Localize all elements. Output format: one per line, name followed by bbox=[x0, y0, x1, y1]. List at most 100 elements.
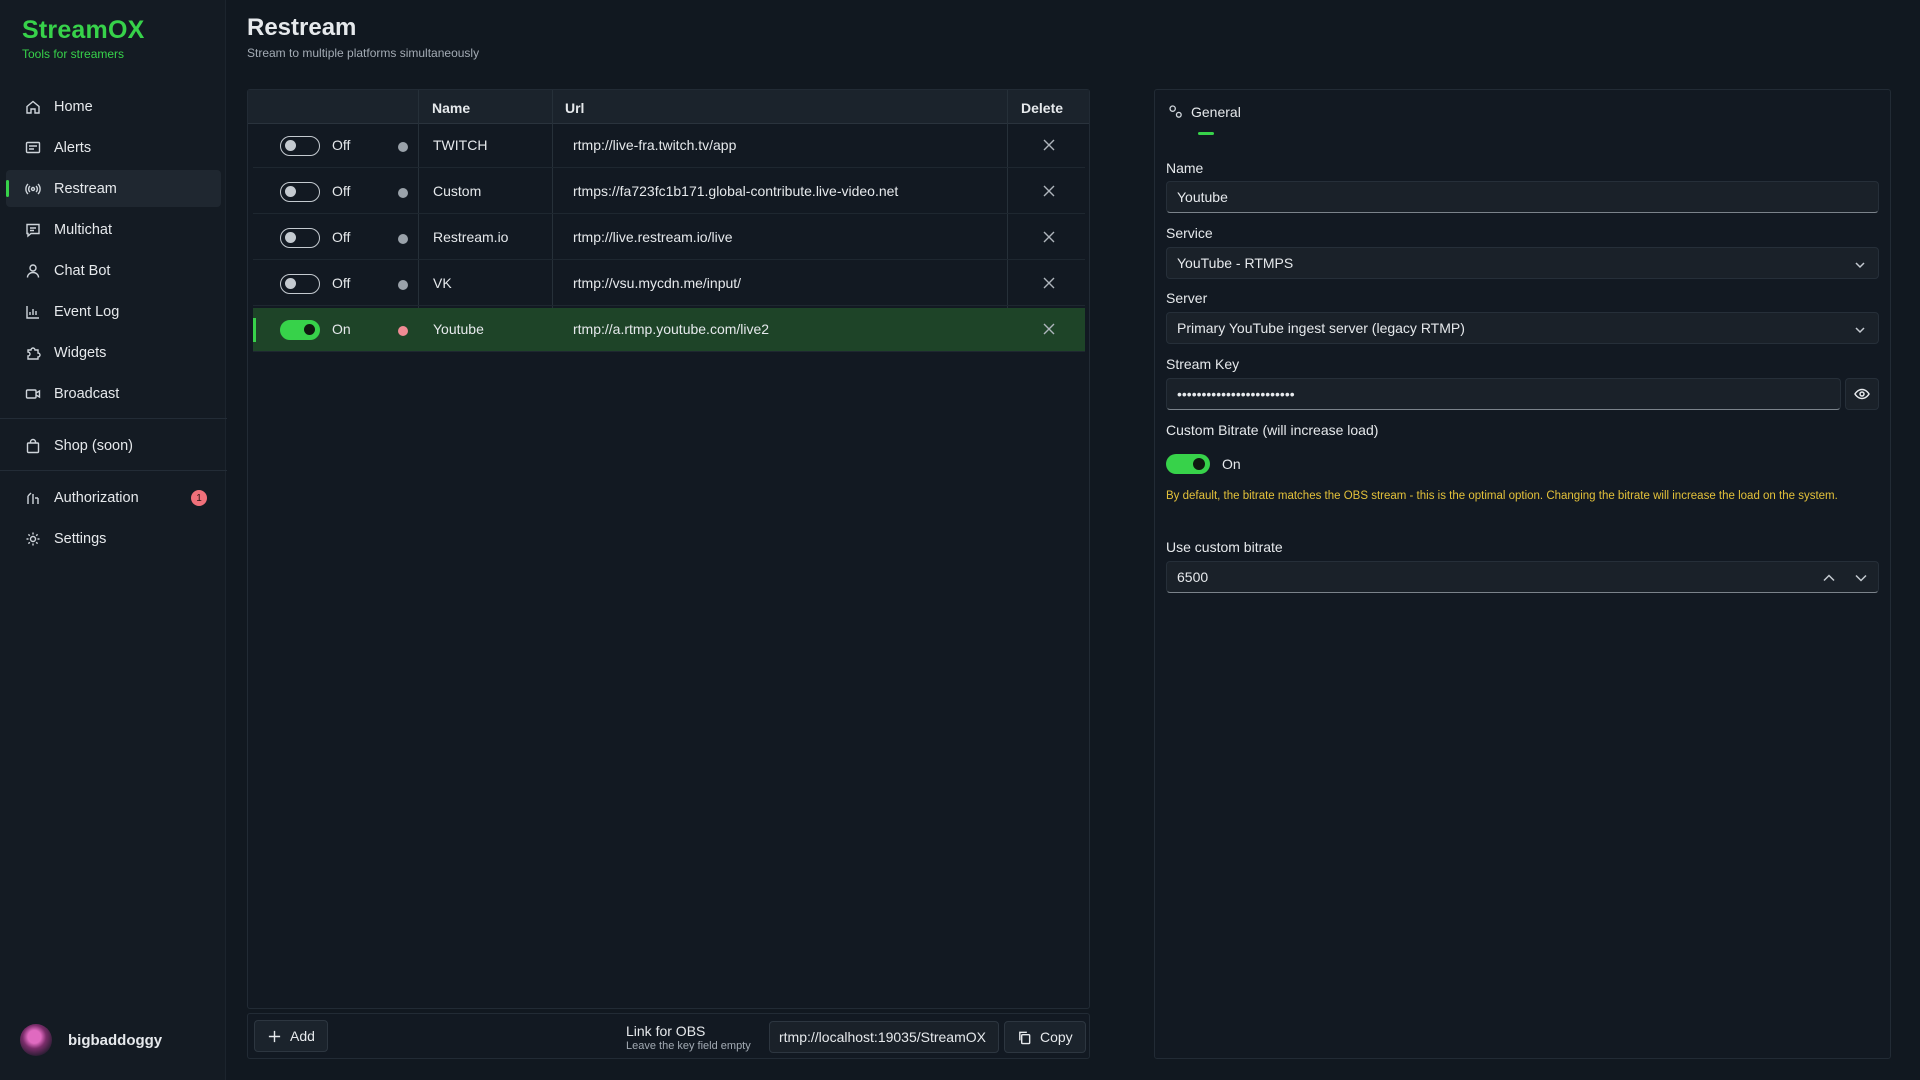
sidebar-item-label: Broadcast bbox=[54, 385, 120, 402]
close-icon[interactable] bbox=[1041, 275, 1057, 291]
avatar bbox=[20, 1024, 52, 1056]
obs-link-label: Link for OBS bbox=[626, 1023, 706, 1039]
user-profile[interactable]: bigbaddoggy bbox=[20, 1024, 162, 1056]
eye-icon bbox=[1854, 388, 1870, 400]
server-select[interactable]: Primary YouTube ingest server (legacy RT… bbox=[1166, 312, 1879, 344]
name-input[interactable]: Youtube bbox=[1166, 181, 1879, 213]
show-key-button[interactable] bbox=[1845, 378, 1879, 410]
close-icon[interactable] bbox=[1041, 321, 1057, 337]
table-row[interactable]: Off TWITCH rtmp://live-fra.twitch.tv/app bbox=[253, 124, 1085, 168]
copy-button[interactable]: Copy bbox=[1004, 1021, 1086, 1053]
sidebar-item-broadcast[interactable]: Broadcast bbox=[6, 375, 221, 412]
server-label: Server bbox=[1166, 290, 1208, 306]
chat-icon bbox=[24, 221, 42, 239]
row-url: rtmps://fa723fc1b171.global-contribute.l… bbox=[573, 183, 899, 199]
sidebar-item-label: Multichat bbox=[54, 221, 113, 238]
sidebar-item-label: Chat Bot bbox=[54, 262, 111, 279]
enable-toggle[interactable] bbox=[280, 182, 320, 202]
stepper-controls bbox=[1822, 571, 1868, 585]
table-footer: Add Link for OBS Leave the key field emp… bbox=[247, 1013, 1090, 1059]
sidebar-item-label: Widgets bbox=[54, 344, 107, 361]
sidebar-item-label: Restream bbox=[54, 180, 117, 197]
sidebar-item-home[interactable]: Home bbox=[6, 88, 221, 125]
status-dot bbox=[398, 142, 408, 152]
row-name: Restream.io bbox=[433, 229, 509, 245]
shopping-bag-icon bbox=[24, 437, 42, 455]
puzzle-icon bbox=[24, 344, 42, 362]
brand-title: StreamOX bbox=[22, 16, 145, 44]
tab-indicator bbox=[1198, 132, 1214, 135]
status-dot bbox=[398, 234, 408, 244]
plus-icon bbox=[268, 1030, 281, 1042]
enable-toggle[interactable] bbox=[280, 228, 320, 248]
gear-icon bbox=[24, 530, 42, 548]
row-name: Custom bbox=[433, 183, 482, 199]
sidebar-item-label: Authorization bbox=[54, 489, 139, 506]
sidebar-item-restream[interactable]: Restream bbox=[6, 170, 221, 207]
close-icon[interactable] bbox=[1041, 137, 1057, 153]
table-row[interactable]: Off Custom rtmps://fa723fc1b171.global-c… bbox=[253, 170, 1085, 214]
brand-subtitle: Tools for streamers bbox=[22, 47, 125, 61]
sidebar-item-eventlog[interactable]: Event Log bbox=[6, 293, 221, 330]
add-button[interactable]: Add bbox=[254, 1020, 328, 1052]
sidebar-item-authorization[interactable]: Authorization 1 bbox=[6, 479, 221, 516]
home-icon bbox=[24, 98, 42, 116]
chart-log-icon bbox=[24, 303, 42, 321]
table-row-selected[interactable]: On Youtube rtmp://a.rtmp.youtube.com/liv… bbox=[253, 308, 1085, 352]
table-row[interactable]: Off Restream.io rtmp://live.restream.io/… bbox=[253, 216, 1085, 260]
settings-panel: General Name Youtube Service YouTube - R… bbox=[1154, 89, 1891, 1059]
row-name: TWITCH bbox=[433, 137, 488, 153]
close-icon[interactable] bbox=[1041, 183, 1057, 199]
tab-general[interactable]: General bbox=[1167, 103, 1241, 120]
user-name: bigbaddoggy bbox=[68, 1031, 163, 1049]
bitrate-warning: By default, the bitrate matches the OBS … bbox=[1166, 490, 1838, 502]
table-header: Name Url Delete bbox=[248, 90, 1089, 124]
sidebar-item-settings[interactable]: Settings bbox=[6, 520, 221, 557]
sidebar-nav: Home Alerts Restream Multichat Chat Bot … bbox=[0, 88, 227, 561]
custom-bitrate-toggle[interactable] bbox=[1166, 454, 1210, 474]
sidebar-item-label: Settings bbox=[54, 530, 107, 547]
custom-bitrate-state: On bbox=[1222, 456, 1241, 472]
sidebar: StreamOX Tools for streamers Home Alerts… bbox=[0, 0, 227, 1080]
enable-toggle[interactable] bbox=[280, 274, 320, 294]
table-row[interactable]: Off VK rtmp://vsu.mycdn.me/input/ bbox=[253, 262, 1085, 306]
row-url: rtmp://a.rtmp.youtube.com/live2 bbox=[573, 321, 770, 337]
service-select[interactable]: YouTube - RTMPS bbox=[1166, 247, 1879, 279]
obs-link-hint: Leave the key field empty bbox=[626, 1040, 751, 1052]
alerts-icon bbox=[24, 139, 42, 157]
enable-toggle[interactable] bbox=[280, 136, 320, 156]
copy-button-label: Copy bbox=[1040, 1029, 1073, 1045]
row-url: rtmp://live-fra.twitch.tv/app bbox=[573, 137, 737, 153]
row-name: Youtube bbox=[433, 321, 484, 337]
toggle-state-label: On bbox=[332, 321, 351, 337]
row-url: rtmp://vsu.mycdn.me/input/ bbox=[573, 275, 742, 291]
enable-toggle[interactable] bbox=[280, 320, 320, 340]
brand: StreamOX Tools for streamers bbox=[22, 16, 145, 61]
stream-key-input[interactable]: •••••••••••••••••••••••• bbox=[1166, 378, 1841, 410]
chevron-up-icon[interactable] bbox=[1822, 571, 1836, 585]
page-title: Restream bbox=[247, 14, 357, 41]
sidebar-item-label: Home bbox=[54, 98, 93, 115]
stream-key-label: Stream Key bbox=[1166, 356, 1240, 372]
sidebar-item-shop[interactable]: Shop (soon) bbox=[6, 427, 221, 464]
tab-general-label: General bbox=[1191, 103, 1241, 120]
sidebar-item-widgets[interactable]: Widgets bbox=[6, 334, 221, 371]
service-label: Service bbox=[1166, 225, 1213, 241]
sidebar-item-chatbot[interactable]: Chat Bot bbox=[6, 252, 221, 289]
sidebar-item-multichat[interactable]: Multichat bbox=[6, 211, 221, 248]
person-icon bbox=[24, 262, 42, 280]
name-label: Name bbox=[1166, 160, 1204, 176]
column-header-name: Name bbox=[432, 100, 471, 116]
sidebar-item-alerts[interactable]: Alerts bbox=[6, 129, 221, 166]
toggle-state-label: Off bbox=[332, 275, 351, 291]
chevron-down-icon[interactable] bbox=[1854, 571, 1868, 585]
toggle-state-label: Off bbox=[332, 229, 351, 245]
close-icon[interactable] bbox=[1041, 229, 1057, 245]
video-icon bbox=[24, 385, 42, 403]
authorization-icon bbox=[24, 489, 42, 507]
bitrate-stepper[interactable]: 6500 bbox=[1166, 561, 1879, 593]
obs-link-field[interactable]: rtmp://localhost:19035/StreamOX bbox=[769, 1021, 999, 1053]
status-dot bbox=[398, 326, 408, 336]
restream-table: Name Url Delete Off TWITCH rtmp://live-f… bbox=[247, 89, 1090, 1009]
status-dot bbox=[398, 188, 408, 198]
